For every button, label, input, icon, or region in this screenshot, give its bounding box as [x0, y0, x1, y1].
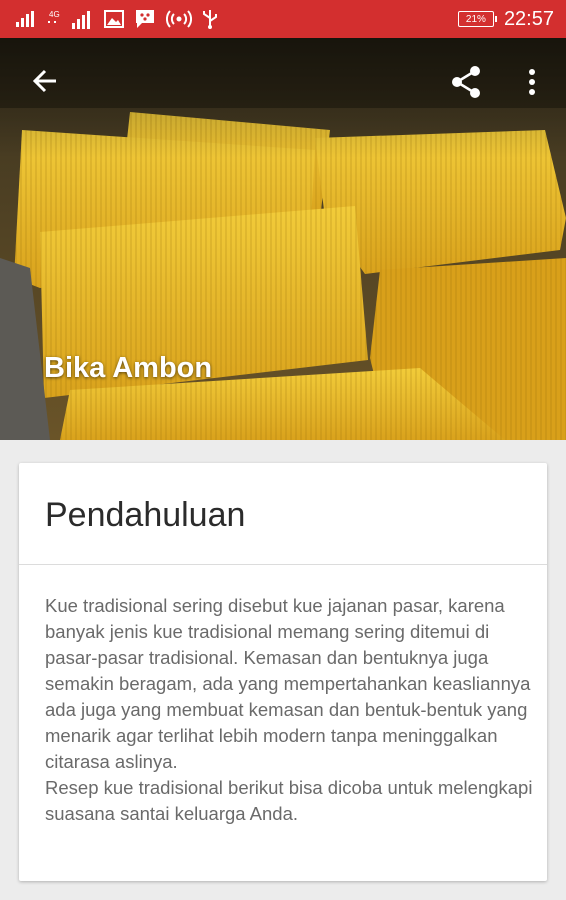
- share-button[interactable]: [446, 62, 486, 102]
- more-options-button[interactable]: [512, 62, 552, 102]
- intro-paragraph-1: Kue tradisional sering disebut kue jajan…: [45, 595, 531, 772]
- hotspot-icon: [166, 10, 192, 28]
- card-body: Kue tradisional sering disebut kue jajan…: [45, 593, 535, 827]
- signal-icon: [16, 11, 38, 27]
- hero-image: Bika Ambon: [0, 38, 566, 440]
- card-title: Pendahuluan: [45, 496, 246, 534]
- bbm-icon: [134, 9, 156, 29]
- signal-4g-icon: 4G: [48, 9, 94, 29]
- share-icon: [452, 66, 480, 98]
- back-button[interactable]: [26, 62, 64, 100]
- battery-level: 21%: [465, 13, 486, 25]
- arrow-back-icon: [32, 69, 56, 93]
- intro-paragraph-2: Resep kue tradisional berikut bisa dicob…: [45, 777, 533, 824]
- card-divider: [19, 564, 547, 565]
- clock: 22:57: [503, 7, 554, 30]
- intro-card: Pendahuluan Kue tradisional sering diseb…: [19, 463, 547, 881]
- status-bar: 4G 21% 22:57: [0, 0, 566, 38]
- page-title: Bika Ambon: [44, 352, 213, 384]
- status-bar-left: 4G: [16, 0, 218, 38]
- status-bar-right: 21% 22:57: [457, 0, 554, 38]
- usb-icon: [202, 8, 218, 30]
- network-type-label: 4G: [49, 10, 60, 19]
- image-icon: [104, 10, 124, 28]
- battery-icon: 21%: [457, 11, 497, 27]
- more-vert-icon: [529, 69, 535, 95]
